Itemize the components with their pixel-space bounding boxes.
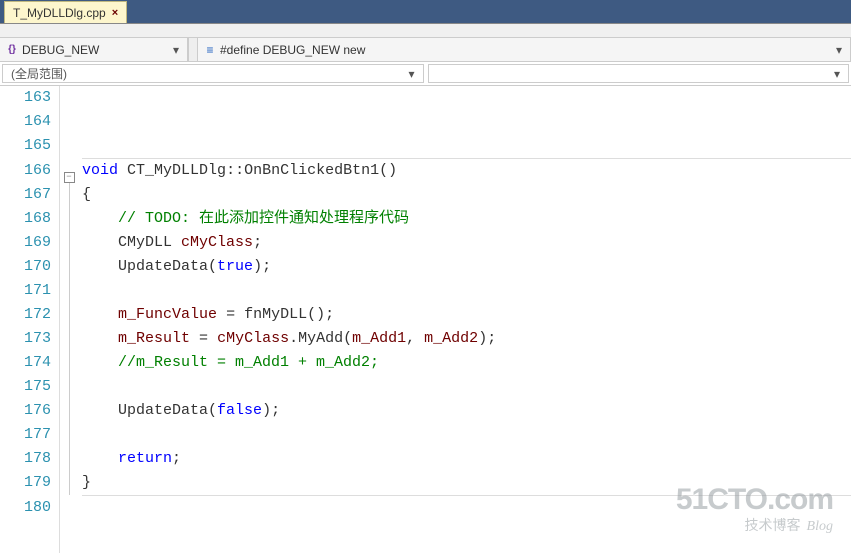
chevron-down-icon: ▾ (834, 67, 840, 81)
line-number: 180 (0, 496, 51, 520)
scope-dropdown[interactable]: DEBUG_NEW ▾ (0, 38, 188, 61)
fold-cell (60, 423, 78, 447)
fold-cell: − (60, 159, 78, 183)
member-dropdown[interactable]: #define DEBUG_NEW new ▾ (198, 38, 851, 61)
code-line[interactable]: m_Result = cMyClass.MyAdd(m_Add1, m_Add2… (82, 327, 851, 351)
line-number: 173 (0, 327, 51, 351)
code-line[interactable]: CMyDLL cMyClass; (82, 231, 851, 255)
code-line[interactable]: void CT_MyDLLDlg::OnBnClickedBtn1() (82, 159, 851, 183)
fold-cell (60, 86, 78, 110)
code-line[interactable]: m_FuncValue = fnMyDLL(); (82, 303, 851, 327)
line-number: 178 (0, 447, 51, 471)
scope-dropdown-text: DEBUG_NEW (22, 43, 167, 57)
line-number: 164 (0, 110, 51, 134)
tab-title: T_MyDLLDlg.cpp (13, 6, 106, 20)
code-line[interactable] (82, 423, 851, 447)
line-number: 170 (0, 255, 51, 279)
chevron-down-icon: ▾ (834, 43, 844, 57)
member-dropdown-text: #define DEBUG_NEW new (220, 43, 830, 57)
line-number: 179 (0, 471, 51, 495)
global-scope-text: (全局范围) (11, 65, 67, 82)
navigation-bar: DEBUG_NEW ▾ #define DEBUG_NEW new ▾ (0, 38, 851, 62)
fold-cell (60, 351, 78, 375)
code-area[interactable]: void CT_MyDLLDlg::OnBnClickedBtn1(){ // … (78, 86, 851, 553)
line-number: 171 (0, 279, 51, 303)
line-number: 165 (0, 134, 51, 158)
line-number: 167 (0, 183, 51, 207)
close-icon[interactable]: × (112, 7, 118, 19)
global-scope-dropdown[interactable]: (全局范围) ▾ (2, 64, 424, 83)
line-number: 177 (0, 423, 51, 447)
fold-cell (60, 279, 78, 303)
scope-row: (全局范围) ▾ ▾ (0, 62, 851, 86)
bracket-icon (6, 44, 18, 56)
define-icon (204, 44, 216, 56)
code-line[interactable] (82, 375, 851, 399)
line-number: 175 (0, 375, 51, 399)
code-line[interactable]: UpdateData(false); (82, 399, 851, 423)
line-number: 168 (0, 207, 51, 231)
code-line[interactable]: } (82, 471, 851, 495)
chevron-down-icon: ▾ (408, 67, 414, 81)
chevron-down-icon: ▾ (171, 43, 181, 57)
line-number: 172 (0, 303, 51, 327)
code-line[interactable] (82, 86, 851, 110)
line-number: 163 (0, 86, 51, 110)
splitter[interactable] (188, 38, 198, 61)
fold-minus-icon[interactable]: − (64, 172, 75, 183)
line-number: 169 (0, 231, 51, 255)
fold-cell (60, 207, 78, 231)
line-number: 176 (0, 399, 51, 423)
fold-cell (60, 110, 78, 134)
fold-cell (60, 471, 78, 495)
line-number: 166 (0, 159, 51, 183)
code-line[interactable]: { (82, 183, 851, 207)
file-tab[interactable]: T_MyDLLDlg.cpp × (4, 1, 127, 23)
fold-cell (60, 303, 78, 327)
code-line[interactable]: UpdateData(true); (82, 255, 851, 279)
function-scope-dropdown[interactable]: ▾ (428, 64, 850, 83)
fold-cell (60, 327, 78, 351)
fold-cell (60, 399, 78, 423)
code-line[interactable]: return; (82, 447, 851, 471)
fold-cell (60, 255, 78, 279)
line-number-gutter: 1631641651661671681691701711721731741751… (0, 86, 60, 553)
toolbar-strip (0, 24, 851, 38)
code-line[interactable] (82, 110, 851, 134)
code-line[interactable] (82, 279, 851, 303)
code-line[interactable] (82, 134, 851, 158)
fold-cell (60, 496, 78, 520)
code-line[interactable]: //m_Result = m_Add1 + m_Add2; (82, 351, 851, 375)
fold-cell (60, 231, 78, 255)
fold-cell (60, 183, 78, 207)
tab-bar: T_MyDLLDlg.cpp × (0, 0, 851, 24)
fold-cell (60, 375, 78, 399)
fold-column: − (60, 86, 78, 553)
fold-cell (60, 447, 78, 471)
fold-cell (60, 134, 78, 158)
code-line[interactable] (82, 496, 851, 520)
code-editor[interactable]: 1631641651661671681691701711721731741751… (0, 86, 851, 553)
line-number: 174 (0, 351, 51, 375)
code-line[interactable]: // TODO: 在此添加控件通知处理程序代码 (82, 207, 851, 231)
